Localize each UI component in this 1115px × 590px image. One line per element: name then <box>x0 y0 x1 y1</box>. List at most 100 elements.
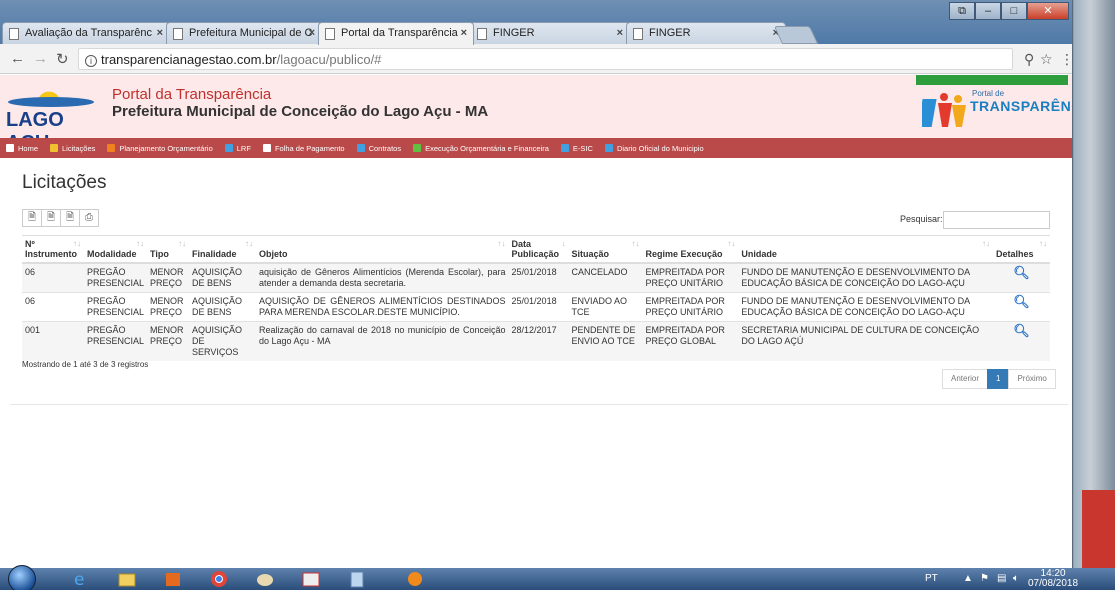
menu-execucao[interactable]: Execução Orçamentária e Financeira <box>413 144 549 153</box>
th-detalhes[interactable]: Detalhes ↑↓ <box>992 235 1050 264</box>
menu-diario[interactable]: Diario Oficial do Municipio <box>604 144 704 153</box>
volume-icon[interactable]: 🔈︎ <box>1013 573 1019 584</box>
th-data[interactable]: Data Publicação ↓ <box>508 235 569 264</box>
paint-taskbar-icon[interactable] <box>248 570 282 588</box>
cell-modalidade: PREGÃO PRESENCIAL <box>83 292 147 322</box>
clock[interactable]: 14:20 07/08/2018 <box>1028 569 1078 589</box>
contract-icon <box>356 144 365 152</box>
pdf-button[interactable]: 🗎 <box>60 209 80 227</box>
tab-avaliacao[interactable]: Avaliação da Transparênc × <box>2 22 170 44</box>
menu-planejamento[interactable]: Planejamento Orçamentário <box>107 144 213 153</box>
th-tipo[interactable]: Tipo ↑↓ <box>147 235 189 264</box>
language-indicator[interactable]: PT <box>925 573 938 584</box>
copy-icon: 🗎 <box>27 212 37 223</box>
menu-home[interactable]: Home <box>6 144 38 153</box>
close-icon[interactable]: × <box>461 27 467 39</box>
page-icon <box>325 28 335 40</box>
new-tab-button[interactable] <box>773 26 819 44</box>
address-toolbar: ← → ↻ i transparencianagestao.com.br/lago… <box>0 44 1072 74</box>
print-button[interactable]: ⎙ <box>79 209 99 227</box>
search-label: Pesquisar: <box>900 214 943 224</box>
menu-lrf[interactable]: LRF <box>224 144 251 153</box>
info-icon[interactable]: i <box>85 55 97 67</box>
sort-icon: ↑↓ <box>1039 239 1047 248</box>
start-button[interactable] <box>8 565 36 590</box>
th-modalidade[interactable]: Modalidade ↑↓ <box>83 235 147 264</box>
menu-label: Contratos <box>368 143 402 153</box>
tab-label: FINGER <box>649 27 691 39</box>
print-icon: ⎙ <box>85 212 93 223</box>
th-unidade[interactable]: Unidade ↑↓ <box>738 235 993 264</box>
close-icon[interactable]: × <box>617 27 623 39</box>
tab-prefeitura[interactable]: Prefeitura Municipal de C × <box>166 22 322 44</box>
header-label: Objeto <box>258 249 288 259</box>
money-icon <box>413 144 422 152</box>
show-hidden-icon[interactable]: ▲ <box>963 573 973 584</box>
minimize-button[interactable]: – <box>975 2 1001 20</box>
page-content: LAGO AÇU Portal da Transparência Prefeit… <box>0 75 1072 568</box>
action-center-icon[interactable]: ⚑ <box>980 573 989 584</box>
lago-acu-logo[interactable]: LAGO AÇU <box>6 81 98 154</box>
tab-finger-2[interactable]: FINGER × <box>626 22 786 44</box>
media-taskbar-icon[interactable] <box>398 570 432 588</box>
ie-taskbar-icon[interactable]: e <box>64 570 98 590</box>
cell-tipo: MENOR PREÇO <box>147 262 189 293</box>
search-input[interactable] <box>943 211 1050 229</box>
search-icon[interactable]: 🔍︎ <box>1013 266 1030 279</box>
menu-dots-icon[interactable]: ⋮ <box>1060 51 1072 68</box>
tab-label: Portal da Transparência <box>341 27 458 39</box>
sort-icon: ↑↓ <box>244 239 253 248</box>
forward-arrow-icon[interactable]: → <box>33 50 48 67</box>
table-row: 06 PREGÃO PRESENCIAL MENOR PREÇO AQUISIÇ… <box>22 262 1050 293</box>
page-1-button[interactable]: 1 <box>987 369 1010 389</box>
close-icon[interactable]: × <box>157 27 163 39</box>
back-arrow-icon[interactable]: ← <box>10 50 25 67</box>
zoom-icon[interactable]: ⚲ <box>1024 51 1034 68</box>
maximize-button[interactable]: □ <box>1001 2 1027 20</box>
th-situacao[interactable]: Situação ↑↓ <box>568 235 643 264</box>
sort-icon: ↑↓ <box>72 239 81 248</box>
logo-green-bar <box>916 75 1068 85</box>
cell-instrumento: 001 <box>22 321 84 361</box>
header-label: Regime Execução <box>645 249 723 259</box>
tab-finger-1[interactable]: FINGER × <box>470 22 630 44</box>
menu-contratos[interactable]: Contratos <box>356 143 402 153</box>
th-finalidade[interactable]: Finalidade ↑↓ <box>188 235 256 264</box>
explorer-taskbar-icon[interactable] <box>110 570 144 588</box>
notepad-taskbar-icon[interactable] <box>340 570 374 588</box>
url-input[interactable]: i transparencianagestao.com.br/lagoacu/pu… <box>78 48 1013 70</box>
star-icon[interactable]: ☆ <box>1040 51 1053 68</box>
search-icon[interactable]: 🔍︎ <box>1013 324 1030 337</box>
menu-folha[interactable]: Folha de Pagamento <box>262 143 345 153</box>
menu-licitacoes[interactable]: Licitações <box>50 144 95 153</box>
restore-button[interactable]: ⧉ <box>949 2 975 20</box>
transparencia-logo[interactable]: Portal de TRANSPARÊNCIA <box>916 75 1072 133</box>
cell-detalhes: 🔍︎ <box>992 321 1050 361</box>
search-icon[interactable]: 🔍︎ <box>1013 295 1030 308</box>
header-label: Data Publicação <box>511 239 560 259</box>
menu-label: Execução Orçamentária e Financeira <box>425 143 549 153</box>
copy-button[interactable]: 🗎 <box>22 209 42 227</box>
menu-label: Home <box>18 143 39 153</box>
menu-esic[interactable]: E-SIC <box>560 144 593 153</box>
cell-data: 25/01/2018 <box>508 292 569 322</box>
outlook-taskbar-icon[interactable] <box>156 570 190 588</box>
close-icon[interactable]: × <box>309 27 315 39</box>
cell-data: 28/12/2017 <box>508 321 569 361</box>
chrome-taskbar-icon[interactable] <box>202 570 236 588</box>
tab-label: Prefeitura Municipal de C <box>189 27 313 39</box>
close-window-button[interactable]: ✕ <box>1027 2 1069 20</box>
cell-finalidade: AQUISIÇÃO DE SERVIÇOS <box>188 321 256 361</box>
excel-button[interactable]: 🗎 <box>41 209 61 227</box>
next-page-button[interactable]: Próximo <box>1008 369 1056 389</box>
wave-icon <box>8 97 94 107</box>
prev-page-button[interactable]: Anterior <box>942 369 989 389</box>
th-regime[interactable]: Regime Execução ↑↓ <box>642 235 739 264</box>
tab-portal[interactable]: Portal da Transparência × <box>318 22 474 45</box>
th-instrumento[interactable]: Nº Instrumento ↑↓ <box>22 235 84 264</box>
reload-icon[interactable]: ↻ <box>56 50 69 68</box>
snipping-taskbar-icon[interactable] <box>294 570 328 588</box>
th-objeto[interactable]: Objeto ↑↓ <box>255 235 509 264</box>
menu-label: Folha de Pagamento <box>274 143 345 153</box>
network-icon[interactable]: ▤ <box>997 573 1006 584</box>
